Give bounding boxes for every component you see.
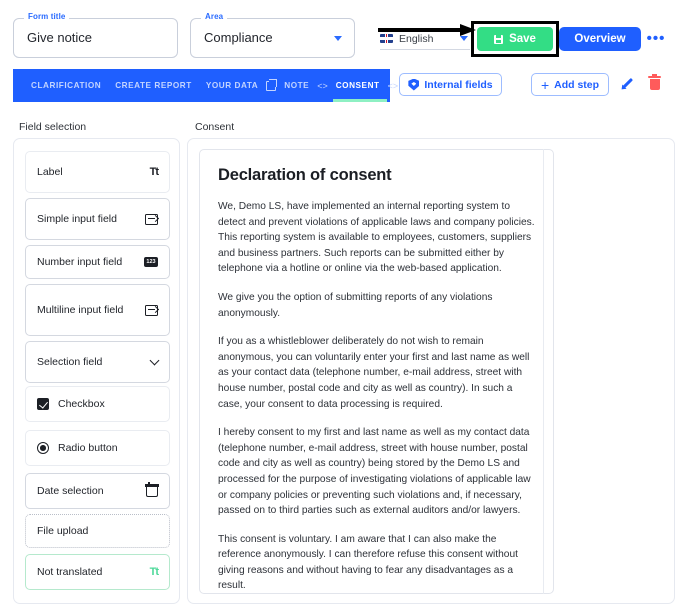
field-item-label-text: Not translated [37,566,103,578]
internal-fields-button[interactable]: Internal fields [399,73,502,96]
tab-note[interactable]: NOTE [277,69,316,102]
consent-paragraph: This consent is voluntary. I am aware th… [218,533,518,592]
field-item-label-text: Radio button [58,442,118,454]
input-icon [145,213,158,225]
floppy-disk-icon [494,34,504,44]
chevron-down-icon[interactable] [460,36,468,41]
tab-create-report[interactable]: CREATE REPORT [108,69,199,102]
consent-text-block[interactable]: Declaration of consent We, Demo LS, have… [199,149,554,594]
field-item-label[interactable]: Label Tt [25,151,170,193]
consent-heading: Declaration of consent [218,166,392,184]
add-step-label: Add step [554,78,600,91]
code-brackets-icon[interactable]: <> [387,69,400,102]
text-format-icon: Tt [149,566,159,578]
tab-your-data[interactable]: YOUR DATA [199,69,265,102]
chevron-down-icon [149,355,160,366]
field-item-label-text: Number input field [37,256,123,268]
field-item-multiline-input[interactable]: Multiline input field [25,284,170,336]
calendar-icon [145,482,159,497]
add-step-button[interactable]: + Add step [531,73,609,96]
overview-button[interactable]: Overview [559,27,641,51]
panel-divider [543,149,544,594]
chevron-down-icon[interactable] [334,36,342,41]
field-item-radio-button[interactable]: Radio button [25,430,170,466]
form-title-value: Give notice [27,30,93,45]
field-item-label-text: Date selection [37,485,104,497]
area-value: Compliance [204,30,273,45]
code-brackets-icon[interactable]: <> [316,69,329,102]
shield-icon [408,78,420,91]
top-bar: Form title Give notice Area Compliance E… [0,0,688,66]
field-item-label-text: Checkbox [58,398,105,410]
form-title-legend: Form title [24,12,70,22]
field-item-label-text: Simple input field [37,213,117,225]
number-icon: 123 [144,257,158,267]
field-item-checkbox[interactable]: Checkbox [25,386,170,422]
form-title-field[interactable]: Form title Give notice [13,12,178,58]
field-item-selection-field[interactable]: Selection field [25,341,170,383]
internal-fields-label: Internal fields [424,78,493,91]
edit-step-button[interactable] [619,74,639,94]
external-link-icon[interactable] [265,69,278,102]
consent-paragraph: We, Demo LS, have implemented an interna… [218,201,535,275]
radio-icon [37,442,49,454]
field-item-label-text: File upload [37,525,89,537]
field-item-file-upload[interactable]: File upload [25,514,170,548]
consent-paragraph: I hereby consent to my first and last na… [218,427,531,517]
field-item-label-text: Multiline input field [37,304,124,316]
tab-consent[interactable]: CONSENT [329,69,387,102]
field-item-label-text: Selection field [37,356,103,368]
save-button[interactable]: Save [477,27,553,51]
field-item-not-translated[interactable]: Not translated Tt [25,554,170,590]
field-item-date-selection[interactable]: Date selection [25,473,170,509]
text-format-icon: Tt [149,166,159,178]
consent-section-label: Consent [195,121,235,133]
field-item-number-input[interactable]: Number input field 123 [25,245,170,279]
field-selection-label: Field selection [19,121,87,133]
field-item-simple-input[interactable]: Simple input field [25,198,170,240]
consent-paragraph: If you as a whistleblower deliberately d… [218,336,530,410]
app-root: Form title Give notice Area Compliance E… [0,0,688,612]
save-button-label: Save [509,33,536,45]
pointer-arrow-annotation [378,24,476,36]
delete-step-button[interactable] [648,73,668,94]
field-item-label-text: Label [37,166,63,178]
tab-clarification[interactable]: CLARIFICATION [24,69,108,102]
plus-icon: + [540,76,550,93]
checkbox-icon [37,398,49,410]
area-select[interactable]: Area Compliance [190,12,355,58]
step-tab-bar: CLARIFICATION CREATE REPORT YOUR DATA NO… [13,69,398,102]
field-selection-panel: Label Tt Simple input field Number input… [13,138,180,604]
input-icon [145,304,158,316]
more-options-button[interactable]: ••• [646,30,666,48]
area-legend: Area [201,12,228,22]
consent-content-panel: Declaration of consent We, Demo LS, have… [187,138,675,604]
consent-paragraph: We give you the option of submitting rep… [218,291,493,319]
